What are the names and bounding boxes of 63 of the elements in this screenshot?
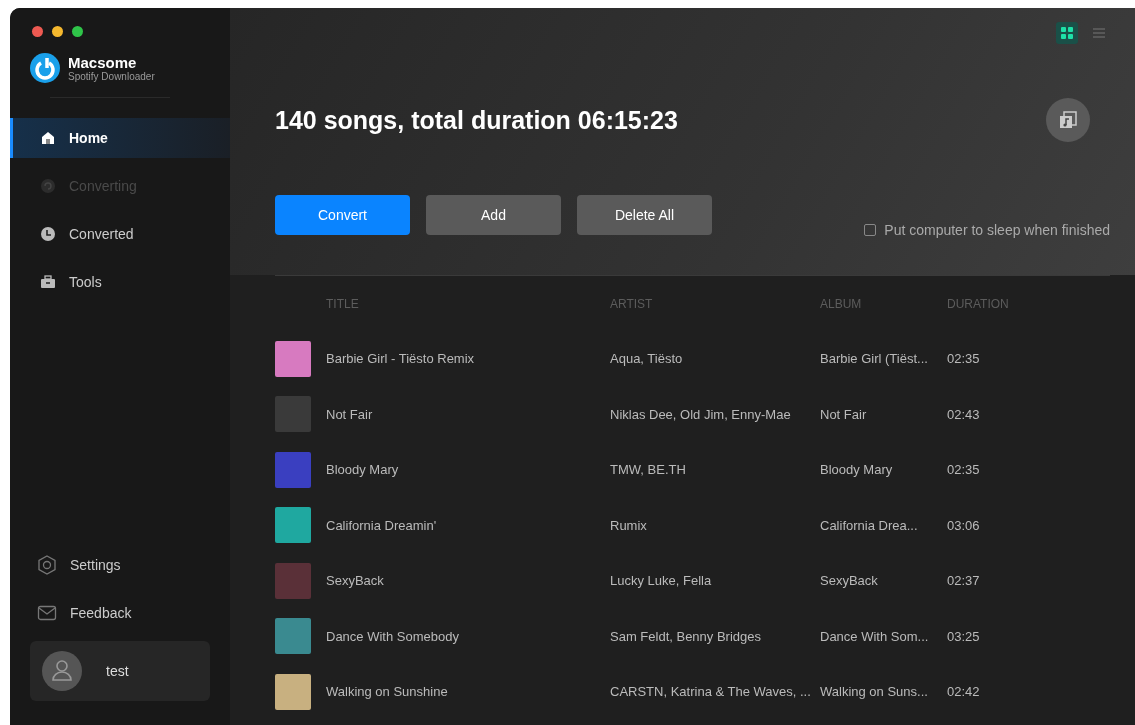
logo-icon bbox=[30, 53, 60, 83]
column-header: DURATION bbox=[947, 296, 1010, 311]
music-note-icon bbox=[1058, 110, 1078, 130]
column-header: ARTIST bbox=[610, 296, 654, 311]
song-title: Not Fair bbox=[326, 406, 374, 422]
minimize-button[interactable] bbox=[52, 26, 63, 37]
song-title: Dance With Somebody bbox=[326, 628, 460, 644]
sleep-checkbox[interactable] bbox=[864, 224, 877, 236]
album-cell-text: California Drea... bbox=[820, 517, 919, 533]
artist-cell-text: Niklas Dee, Old Jim, Enny-Mae bbox=[610, 406, 792, 422]
grid-icon bbox=[1061, 27, 1073, 39]
nav-item[interactable]: Settings bbox=[10, 545, 230, 585]
grid-view-button[interactable] bbox=[1056, 22, 1078, 44]
duration-cell-text: 02:43 bbox=[947, 406, 981, 422]
list-icon bbox=[1093, 27, 1105, 39]
artist-cell-text: Lucky Luke, Fella bbox=[610, 573, 713, 589]
nav-item[interactable]: Feedback bbox=[10, 593, 230, 633]
song-title: California Dreamin' bbox=[326, 517, 438, 533]
column-header: ALBUM bbox=[820, 296, 863, 311]
nav-item[interactable]: Converted bbox=[10, 214, 230, 254]
artist-cell-text: CARSTN, Katrina & The Waves, ... bbox=[610, 684, 812, 700]
user-name: test bbox=[106, 663, 129, 679]
artist-cell-text: TMW, BE.TH bbox=[610, 462, 687, 478]
refresh-icon bbox=[40, 178, 56, 194]
music-library-button[interactable] bbox=[1046, 98, 1090, 142]
duration-cell-text: 02:35 bbox=[947, 351, 981, 367]
avatar-icon bbox=[42, 651, 82, 691]
duration-cell-text: 02:42 bbox=[947, 684, 981, 700]
duration-cell-text: 02:37 bbox=[947, 573, 981, 589]
album-cell-text: Bloody Mary bbox=[820, 462, 894, 478]
artist-cell-text: Aqua, Tiësto bbox=[610, 351, 684, 367]
app-name: Macsome bbox=[68, 54, 138, 71]
column-header: TITLE bbox=[326, 296, 360, 311]
song-title: Walking on Sunshine bbox=[326, 684, 449, 700]
action-button[interactable]: Add bbox=[426, 195, 561, 235]
duration-cell-text: 03:06 bbox=[947, 517, 981, 533]
maximize-button[interactable] bbox=[72, 26, 83, 37]
duration-cell-text: 03:25 bbox=[947, 628, 981, 644]
album-cell-text: SexyBack bbox=[820, 573, 879, 589]
album-cell-text: Dance With Som... bbox=[820, 628, 930, 644]
action-button[interactable]: Delete All bbox=[577, 195, 712, 235]
album-cell-text: Walking on Suns... bbox=[820, 684, 929, 700]
toolbox-icon bbox=[40, 274, 56, 290]
convert-button[interactable]: Convert bbox=[275, 195, 410, 235]
song-title: Barbie Girl - Tiësto Remix bbox=[326, 351, 476, 367]
song-title: SexyBack bbox=[326, 573, 385, 589]
mail-icon bbox=[37, 603, 57, 623]
song-title: Bloody Mary bbox=[326, 462, 400, 478]
duration-cell-text: 02:35 bbox=[947, 462, 981, 478]
nav-item[interactable]: Home bbox=[10, 118, 230, 158]
user-card[interactable]: test bbox=[30, 641, 210, 701]
album-cell-text: Barbie Girl (Tiëst... bbox=[820, 351, 929, 367]
settings-icon bbox=[37, 555, 57, 575]
artist-cell-text: Sam Feldt, Benny Bridges bbox=[610, 628, 763, 644]
app-subtitle: Spotify Downloader bbox=[68, 71, 155, 82]
home-icon bbox=[40, 130, 56, 146]
close-button[interactable] bbox=[32, 26, 43, 37]
sleep-label: Put computer to sleep when finished bbox=[884, 222, 1110, 238]
clock-icon bbox=[40, 226, 56, 242]
summary-title: 140 songs, total duration 06:15:23 bbox=[275, 105, 678, 135]
nav-item[interactable]: Tools bbox=[10, 262, 230, 302]
artist-cell-text: Rumix bbox=[610, 517, 648, 533]
album-cell-text: Not Fair bbox=[820, 406, 868, 422]
